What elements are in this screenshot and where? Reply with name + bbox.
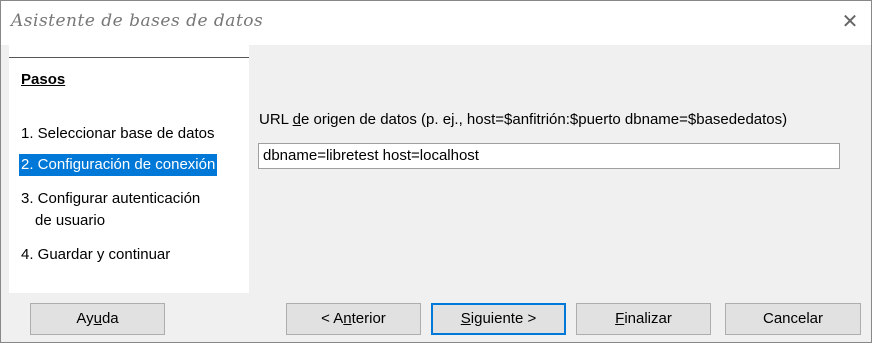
help-label-mnemonic: u xyxy=(93,310,102,327)
next-label-mnemonic: S xyxy=(460,310,471,327)
finish-button[interactable]: Finalizar xyxy=(576,303,711,335)
help-label-part: da xyxy=(101,310,119,327)
close-icon[interactable]: ✕ xyxy=(837,9,863,35)
database-wizard-window: Asistente de bases de datos ✕ Pasos 1. S… xyxy=(0,0,872,343)
steps-heading: Pasos xyxy=(21,71,66,88)
back-label-part: terior xyxy=(351,310,386,327)
url-label-mnemonic: d xyxy=(292,111,301,128)
step-connection-settings[interactable]: 2. Configuración de conexión xyxy=(19,154,218,176)
back-button[interactable]: < Anterior xyxy=(286,303,421,335)
cancel-button[interactable]: Cancelar xyxy=(725,303,861,335)
url-label-part: e origen de datos (p. ej., host=$anfitri… xyxy=(300,111,788,128)
step-user-authentication-line1: 3. Configurar autenticación xyxy=(21,190,201,207)
back-label-mnemonic: n xyxy=(343,310,352,327)
finish-label-mnemonic: F xyxy=(615,310,625,327)
content-panel: URL de origen de datos (p. ej., host=$an… xyxy=(249,45,871,293)
step-user-authentication-line2: de usuario xyxy=(35,212,106,229)
url-label-part: URL xyxy=(259,111,293,128)
help-label-part: Ay xyxy=(76,310,94,327)
step-user-authentication[interactable]: 3. Configurar autenticación de usuario xyxy=(19,188,202,232)
window-title: Asistente de bases de datos xyxy=(11,11,264,31)
step-select-database[interactable]: 1. Seleccionar base de datos xyxy=(19,123,216,145)
steps-panel: Pasos 1. Seleccionar base de datos 2. Co… xyxy=(9,45,249,293)
divider xyxy=(9,57,249,58)
next-button[interactable]: Siguiente > xyxy=(431,303,566,335)
datasource-url-input[interactable]: dbname=libretest host=localhost xyxy=(258,143,840,169)
finish-label-part: inalizar xyxy=(624,310,672,327)
back-label-part: < A xyxy=(321,310,344,327)
help-button[interactable]: Ayuda xyxy=(30,303,165,335)
url-field-label: URL de origen de datos (p. ej., host=$an… xyxy=(259,111,787,128)
next-label-part: iguiente > xyxy=(470,310,537,327)
step-save-and-continue[interactable]: 4. Guardar y continuar xyxy=(19,244,172,266)
title-bar: Asistente de bases de datos ✕ xyxy=(1,1,871,45)
